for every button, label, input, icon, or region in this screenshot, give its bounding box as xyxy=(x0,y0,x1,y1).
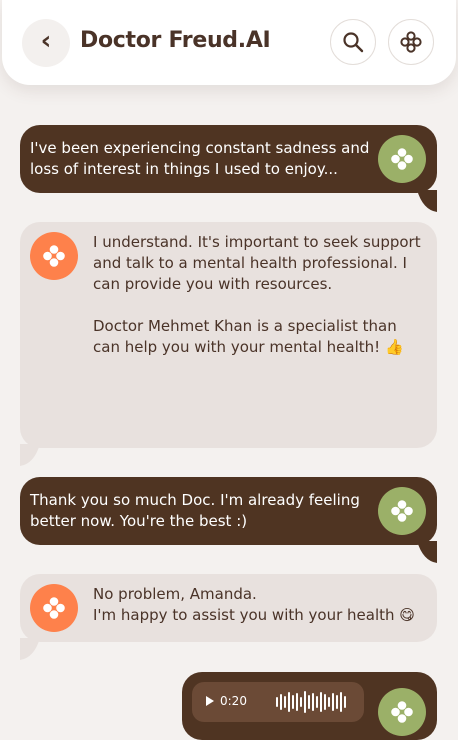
play-icon[interactable] xyxy=(206,696,214,706)
audio-player[interactable]: 0:20 xyxy=(192,682,364,722)
freud-logo-icon xyxy=(391,148,413,170)
freud-logo-icon xyxy=(391,701,413,723)
user-avatar xyxy=(378,135,426,183)
chevron-left-icon: ‹ xyxy=(40,26,52,56)
bot-bubble-tail xyxy=(20,444,40,466)
freud-logo-icon xyxy=(43,245,65,267)
chat-header: ‹ Doctor Freud.AI xyxy=(2,0,456,85)
audio-duration: 0:20 xyxy=(220,694,247,708)
bot-avatar xyxy=(30,232,78,280)
user-bubble-tail xyxy=(417,541,437,563)
search-button[interactable] xyxy=(330,19,376,65)
message-text: I've been experiencing constant sadness … xyxy=(30,139,370,178)
message-text: Thank you so much Doc. I'm already feeli… xyxy=(30,491,360,530)
user-bubble-tail xyxy=(417,190,437,212)
bot-avatar xyxy=(30,584,78,632)
freud-logo-icon xyxy=(400,31,422,53)
message-text: No problem, Amanda. I'm happy to assist … xyxy=(93,585,415,624)
bot-bubble-tail xyxy=(20,638,40,660)
menu-button[interactable] xyxy=(388,19,434,65)
search-icon xyxy=(343,32,364,53)
user-avatar xyxy=(378,688,426,736)
back-button[interactable]: ‹ xyxy=(22,19,70,67)
waveform xyxy=(276,688,346,716)
message-text: I understand. It's important to seek sup… xyxy=(93,233,421,356)
freud-logo-icon xyxy=(391,500,413,522)
freud-logo-icon xyxy=(43,597,65,619)
user-avatar xyxy=(378,487,426,535)
page-title: Doctor Freud.AI xyxy=(80,28,271,53)
